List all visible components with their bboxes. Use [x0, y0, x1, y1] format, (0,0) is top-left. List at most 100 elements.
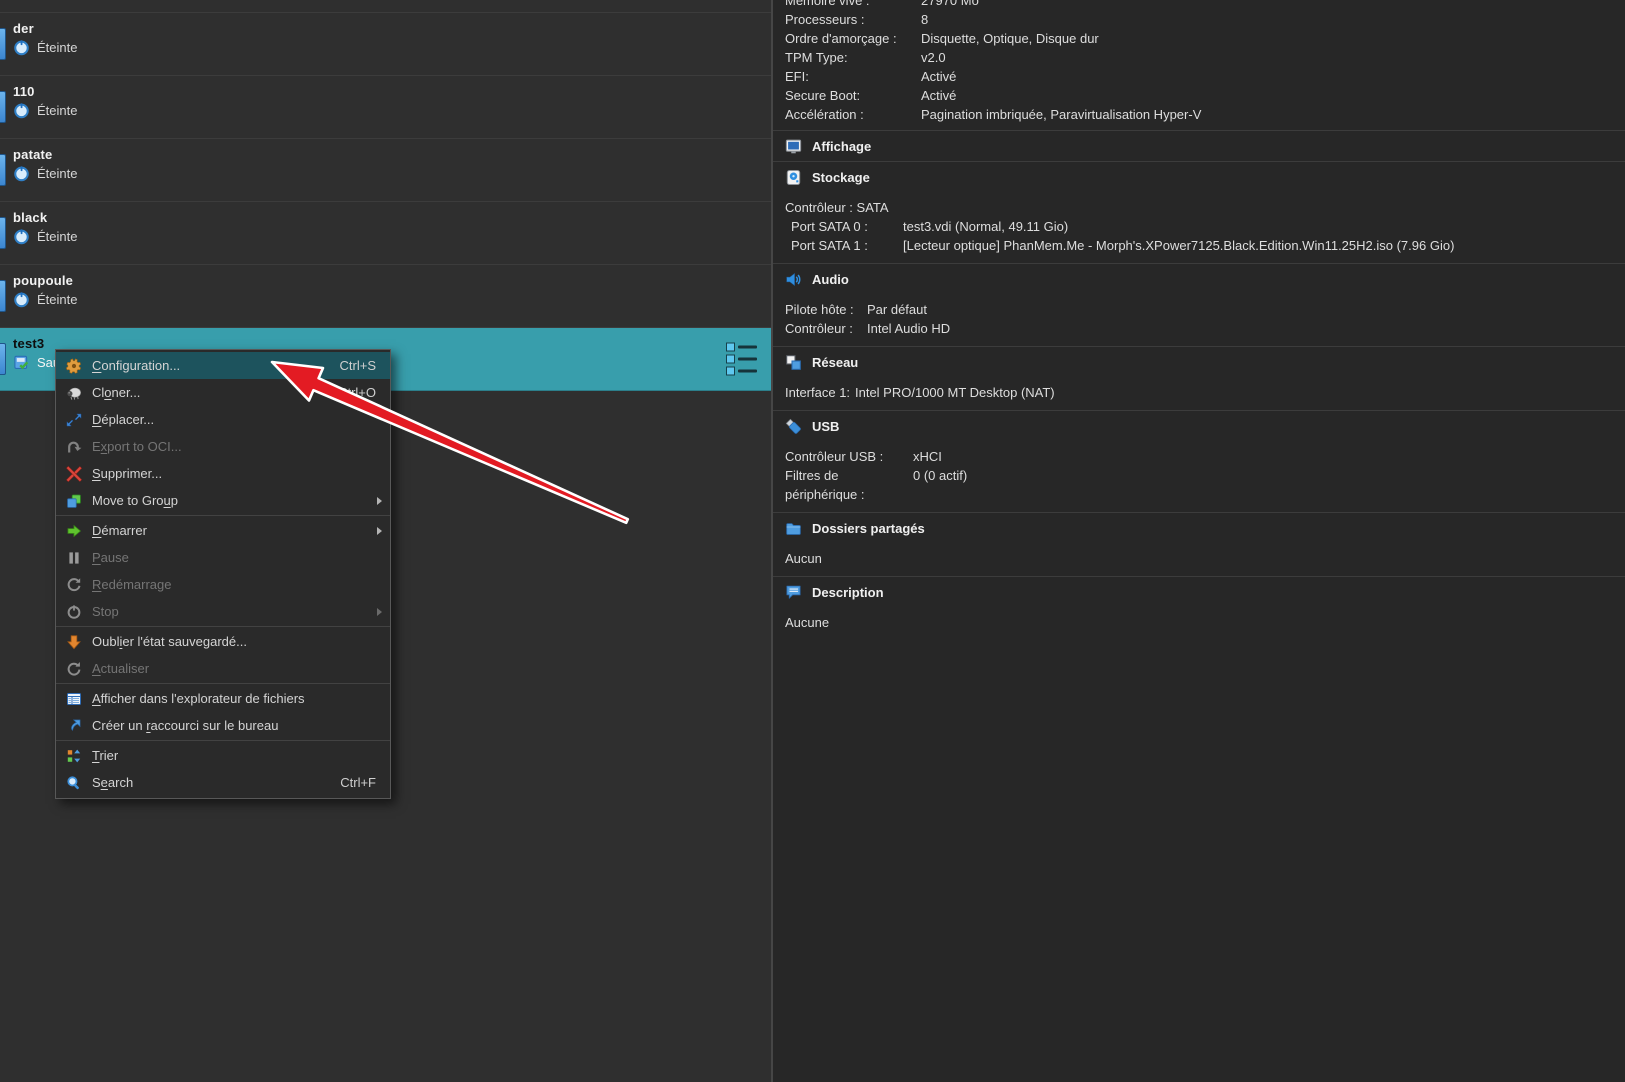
menu-item-trier[interactable]: Trier — [56, 742, 390, 769]
menu-item-label: Configuration... — [92, 358, 340, 373]
vm-list-item-poupoule[interactable]: poupouleÉteinte — [0, 265, 771, 328]
menu-item-afficher-dans-l-explorateur-de-fichiers[interactable]: Afficher dans l'explorateur de fichiers — [56, 685, 390, 712]
detail-row: Processeurs :8 — [785, 10, 1625, 29]
section-header[interactable]: Description — [785, 577, 1625, 607]
section-title: Audio — [812, 272, 849, 287]
section-header[interactable]: Stockage — [785, 162, 1625, 192]
menu-item-label: Démarrer — [92, 523, 377, 538]
section-header[interactable]: Réseau — [785, 347, 1625, 377]
delete-icon — [66, 466, 82, 482]
menu-item-label: Supprimer... — [92, 466, 384, 481]
menu-item-move-to-group[interactable]: Move to Group — [56, 487, 390, 514]
menu-item-label: Search — [92, 775, 340, 790]
vm-machine-icon — [0, 217, 6, 249]
detail-row: Pilote hôte :Par défaut — [785, 300, 1625, 319]
menu-item-label: Pause — [92, 550, 384, 565]
vm-list-item-black[interactable]: blackÉteinte — [0, 202, 771, 265]
section-header[interactable]: Dossiers partagés — [785, 513, 1625, 543]
menu-item-configuration[interactable]: Configuration...Ctrl+S — [56, 352, 390, 379]
vm-status-label: Éteinte — [37, 103, 77, 118]
details-section-usb: USBContrôleur USB :xHCIFiltres de périph… — [773, 410, 1625, 512]
vm-name: black — [13, 210, 761, 225]
detail-row: Contrôleur USB :xHCI — [785, 447, 1625, 466]
menu-item-label: Actualiser — [92, 661, 384, 676]
vm-list-item-der[interactable]: derÉteinte — [0, 13, 771, 76]
detail-label: Mémoire vive : — [785, 0, 921, 10]
refresh-icon — [66, 661, 82, 677]
power-off-icon — [13, 165, 30, 182]
section-header[interactable]: USB — [785, 411, 1625, 441]
details-general-section: Mémoire vive :27970 MoProcesseurs :8Ordr… — [773, 0, 1625, 130]
vm-machine-icon — [0, 91, 6, 123]
menu-item-actualiser: Actualiser — [56, 655, 390, 682]
section-header[interactable]: Audio — [785, 264, 1625, 294]
power-off-icon — [13, 102, 30, 119]
detail-label: Secure Boot: — [785, 86, 921, 105]
detail-row: Aucune — [785, 613, 1625, 632]
menu-item-search[interactable]: SearchCtrl+F — [56, 769, 390, 796]
vm-name: poupoule — [13, 273, 761, 288]
vm-tools-menu-icon[interactable] — [726, 343, 757, 376]
menu-item-shortcut: Ctrl+F — [340, 775, 384, 790]
submenu-arrow-icon — [377, 608, 382, 616]
menu-item-label: Créer un raccourci sur le bureau — [92, 718, 384, 733]
detail-value: Activé — [921, 67, 956, 86]
menu-item-stop: Stop — [56, 598, 390, 625]
discard-saved-state-icon — [66, 634, 82, 650]
detail-value: 0 (0 actif) — [913, 466, 967, 504]
menu-item-shortcut: Ctrl+S — [340, 358, 384, 373]
detail-label: Port SATA 1 : — [791, 236, 903, 255]
desktop-shortcut-icon — [66, 718, 82, 734]
details-section-audio: Audio Pilote hôte :Par défautContrôleur :… — [773, 263, 1625, 346]
vm-context-menu: Configuration...Ctrl+SCloner...Ctrl+ODép… — [55, 349, 391, 799]
detail-label: Ordre d'amorçage : — [785, 29, 921, 48]
section-title: USB — [812, 419, 839, 434]
section-title: Description — [812, 585, 884, 600]
detail-label: Pilote hôte : — [785, 300, 867, 319]
menu-item-pause: Pause — [56, 544, 390, 571]
vm-details-pane: Mémoire vive :27970 MoProcesseurs :8Ordr… — [773, 0, 1625, 1082]
section-title: Dossiers partagés — [812, 521, 925, 536]
detail-value: 27970 Mo — [921, 0, 979, 10]
detail-label: Contrôleur : SATA — [785, 198, 889, 217]
description-icon — [785, 584, 802, 601]
detail-row: Mémoire vive :27970 Mo — [785, 0, 1625, 10]
detail-row: Contrôleur :Intel Audio HD — [785, 319, 1625, 338]
detail-value: Disquette, Optique, Disque dur — [921, 29, 1099, 48]
menu-item-supprimer[interactable]: Supprimer... — [56, 460, 390, 487]
section-header[interactable]: Affichage — [785, 131, 1625, 161]
clone-sheep-icon — [66, 385, 82, 401]
vm-name: 110 — [13, 84, 761, 99]
menu-item-label: Trier — [92, 748, 384, 763]
detail-value: Intel Audio HD — [867, 319, 950, 338]
menu-item-label: Cloner... — [92, 385, 338, 400]
vm-status-row: Éteinte — [13, 165, 761, 182]
detail-label: Processeurs : — [785, 10, 921, 29]
detail-row: TPM Type:v2.0 — [785, 48, 1625, 67]
pause-icon — [66, 550, 82, 566]
power-off-icon — [13, 291, 30, 308]
menu-item-label: Déplacer... — [92, 412, 384, 427]
detail-value: 8 — [921, 10, 928, 29]
virtualbox-manager-window: derÉteinte110ÉteintepatateÉteinteblackÉt… — [0, 0, 1625, 1082]
menu-item-d-placer[interactable]: Déplacer... — [56, 406, 390, 433]
menu-item-red-marrage: Redémarrage — [56, 571, 390, 598]
submenu-arrow-icon — [377, 497, 382, 505]
vm-name: der — [13, 21, 761, 36]
detail-label: Contrôleur : — [785, 319, 867, 338]
menu-item-oublier-l-tat-sauvegard[interactable]: Oublier l'état sauvegardé... — [56, 628, 390, 655]
details-section-reseau: RéseauInterface 1:Intel PRO/1000 MT Desk… — [773, 346, 1625, 410]
gear-icon — [66, 358, 82, 374]
menu-item-label: Move to Group — [92, 493, 377, 508]
menu-item-label: Oublier l'état sauvegardé... — [92, 634, 384, 649]
detail-row: Aucun — [785, 549, 1625, 568]
move-arrows-icon — [66, 412, 82, 428]
menu-item-cloner[interactable]: Cloner...Ctrl+O — [56, 379, 390, 406]
details-section-dossiers: Dossiers partagés Aucun — [773, 512, 1625, 576]
detail-row: Accélération :Pagination imbriquée, Para… — [785, 105, 1625, 124]
detail-label: EFI: — [785, 67, 921, 86]
vm-list-item-110[interactable]: 110 Éteinte — [0, 76, 771, 139]
vm-list-item-patate[interactable]: patateÉteinte — [0, 139, 771, 202]
menu-item-cr-er-un-raccourci-sur-le-bureau[interactable]: Créer un raccourci sur le bureau — [56, 712, 390, 739]
menu-item-d-marrer[interactable]: Démarrer — [56, 517, 390, 544]
